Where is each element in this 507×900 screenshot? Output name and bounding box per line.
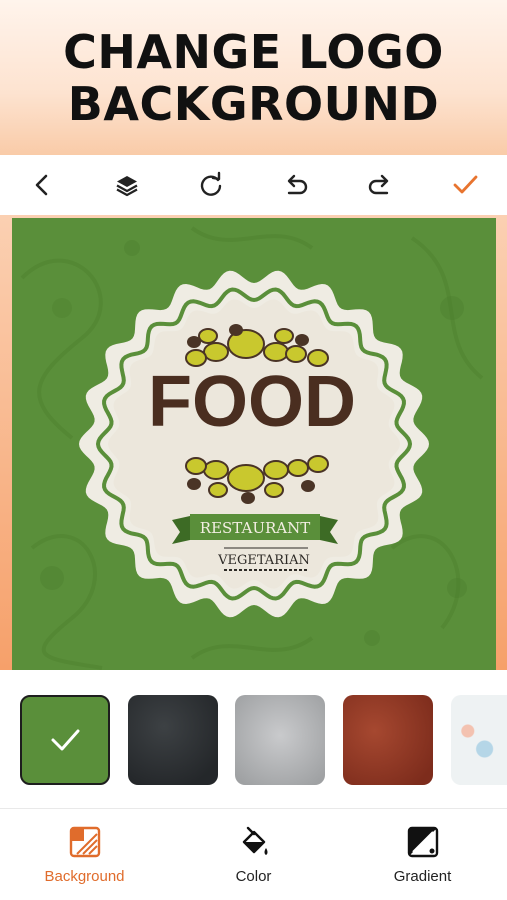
tab-gradient[interactable]: Gradient xyxy=(338,809,507,900)
redo-icon xyxy=(369,174,389,195)
tab-color-label: Color xyxy=(235,868,272,885)
promo-title-line2: BACKGROUND xyxy=(67,76,440,131)
background-swatch-row xyxy=(0,670,507,808)
tab-background-label: Background xyxy=(44,868,125,885)
bottom-tab-bar: Background Color Gradient xyxy=(0,809,507,900)
logo-canvas[interactable]: FOOD RESTAURANT VEGETARIAN xyxy=(12,218,496,670)
swatch-silver-texture[interactable] xyxy=(235,695,325,785)
redo-button[interactable] xyxy=(338,155,423,215)
logo-title: FOOD xyxy=(148,362,356,442)
rotate-icon xyxy=(201,171,222,196)
rotate-button[interactable] xyxy=(169,155,254,215)
swatch-watercolor[interactable] xyxy=(451,695,507,785)
swatch-green-pattern[interactable] xyxy=(20,695,110,785)
logo-artwork: FOOD RESTAURANT VEGETARIAN xyxy=(20,226,484,670)
layers-button[interactable] xyxy=(85,155,170,215)
layers-icon xyxy=(116,176,138,197)
back-button[interactable] xyxy=(0,155,85,215)
back-icon xyxy=(35,174,48,196)
tab-color[interactable]: Color xyxy=(169,809,338,900)
ribbon-text: RESTAURANT xyxy=(200,519,310,537)
promo-title-line1: CHANGE LOGO xyxy=(63,24,444,79)
canvas-area: FOOD RESTAURANT VEGETARIAN xyxy=(0,215,507,670)
background-icon xyxy=(69,826,100,858)
tab-gradient-label: Gradient xyxy=(393,868,452,885)
tab-background[interactable]: Background xyxy=(0,809,169,900)
gradient-icon xyxy=(407,826,438,858)
undo-button[interactable] xyxy=(254,155,339,215)
confirm-button[interactable] xyxy=(423,155,507,215)
check-icon xyxy=(51,729,80,751)
promo-header: CHANGE LOGO BACKGROUND xyxy=(0,0,507,155)
editor-toolbar xyxy=(0,155,507,215)
swatch-red-grunge[interactable] xyxy=(343,695,433,785)
paint-bucket-icon xyxy=(242,826,267,855)
swatch-black-chalkboard[interactable] xyxy=(128,695,218,785)
undo-icon xyxy=(287,174,307,195)
confirm-check-icon xyxy=(453,175,478,194)
logo-subtitle: VEGETARIAN xyxy=(217,553,310,568)
